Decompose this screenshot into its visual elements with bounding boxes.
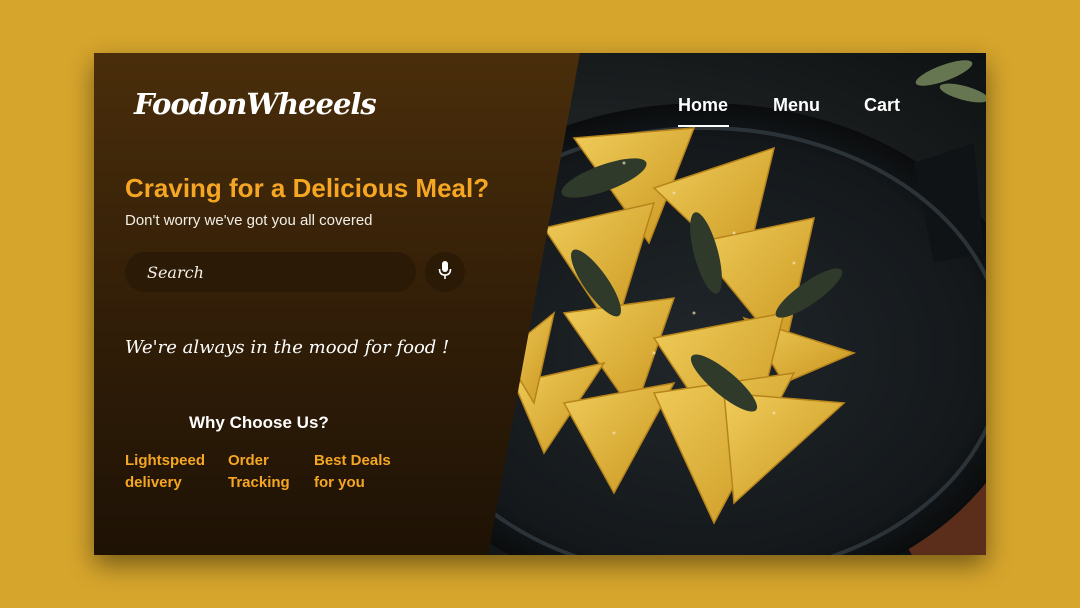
feature-order-tracking: Order Tracking (228, 452, 290, 491)
nav-cart[interactable]: Cart (864, 95, 900, 116)
active-indicator (678, 125, 729, 127)
search-bar (125, 252, 416, 292)
hero-headline: Craving for a Delicious Meal? (125, 173, 490, 203)
feature-lightspeed-delivery: Lightspeed delivery (125, 452, 206, 491)
nav-menu[interactable]: Menu (773, 95, 820, 116)
voice-search-button[interactable] (425, 252, 465, 292)
microphone-icon (438, 260, 452, 285)
brand-logo[interactable]: FoodonWheeels (134, 87, 377, 121)
feature-best-deals: Best Deals for you (314, 452, 391, 491)
hero-card: FoodonWheeels Home Menu Cart Craving for… (94, 53, 986, 555)
nav-home[interactable]: Home (678, 95, 729, 127)
hero-tagline: We're always in the mood for food ! (125, 337, 450, 358)
hero-subheadline: Don't worry we've got you all covered (125, 212, 373, 229)
nav-home-label: Home (678, 95, 729, 115)
why-choose-us-heading: Why Choose Us? (189, 413, 329, 432)
search-input[interactable] (147, 252, 402, 292)
